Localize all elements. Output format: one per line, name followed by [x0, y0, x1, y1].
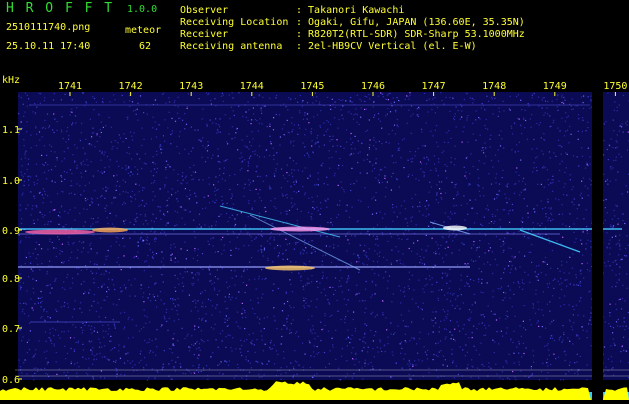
- unit-label: kHz: [2, 75, 20, 86]
- spectrogram-panel: 1741 1742 1743 1744 1745 1746 1747 1748 1749 1750…: [0, 72, 629, 400]
- freq-tick-label: 1.0: [2, 176, 20, 187]
- freq-tick-label: 0.6: [2, 375, 20, 386]
- receiver-label: Receiver: [180, 29, 228, 41]
- time-tick-label: 1743: [179, 81, 203, 92]
- freq-tick-label: 0.8: [2, 274, 20, 285]
- echo-cluster: [270, 227, 330, 232]
- time-tick-label: 1748: [482, 81, 506, 92]
- app-version: 1.0.0: [127, 4, 157, 16]
- time-tick-label: 1747: [422, 81, 446, 92]
- freq-tick-label: 1.1: [2, 125, 20, 136]
- time-tick-label: 1744: [240, 81, 264, 92]
- time-tick-label: 1745: [300, 81, 324, 92]
- time-tick-label: 1750: [603, 81, 627, 92]
- antenna-value: : 2el-HB9CV Vertical (el. E-W): [296, 41, 477, 53]
- meteor-count: 62: [139, 41, 151, 53]
- location-value: : Ogaki, Gifu, JAPAN (136.60E, 35.35N): [296, 17, 525, 29]
- receiver-value: : R820T2(RTL-SDR) SDR-Sharp 53.1000MHz: [296, 29, 525, 41]
- freq-tick-label: 0.7: [2, 324, 20, 335]
- time-tick-label: 1749: [543, 81, 567, 92]
- freq-tick-label: 0.9: [2, 226, 20, 237]
- antenna-label: Receiving antenna: [180, 41, 282, 53]
- app-name: H R O F F T: [6, 2, 114, 16]
- echo-cluster: [265, 266, 315, 271]
- meteor-label: meteor: [125, 25, 161, 37]
- observer-value: : Takanori Kawachi: [296, 5, 404, 17]
- echo-cluster: [25, 230, 95, 235]
- file-datetime: 25.10.11 17:40: [6, 41, 90, 53]
- observer-label: Observer: [180, 5, 228, 17]
- echo-cluster: [92, 228, 128, 233]
- header-panel: H R O F F T 1.0.0 2510111740.png meteor …: [0, 0, 629, 72]
- echo-cluster: [443, 226, 467, 231]
- time-tick-label: 1742: [119, 81, 143, 92]
- file-name: 2510111740.png: [6, 22, 90, 34]
- time-tick-label: 1741: [58, 81, 82, 92]
- spectrogram: 1741 1742 1743 1744 1745 1746 1747 1748 1749 1750…: [0, 72, 629, 400]
- location-label: Receiving Location: [180, 17, 288, 29]
- time-tick-label: 1746: [361, 81, 385, 92]
- blank-column: [592, 92, 603, 400]
